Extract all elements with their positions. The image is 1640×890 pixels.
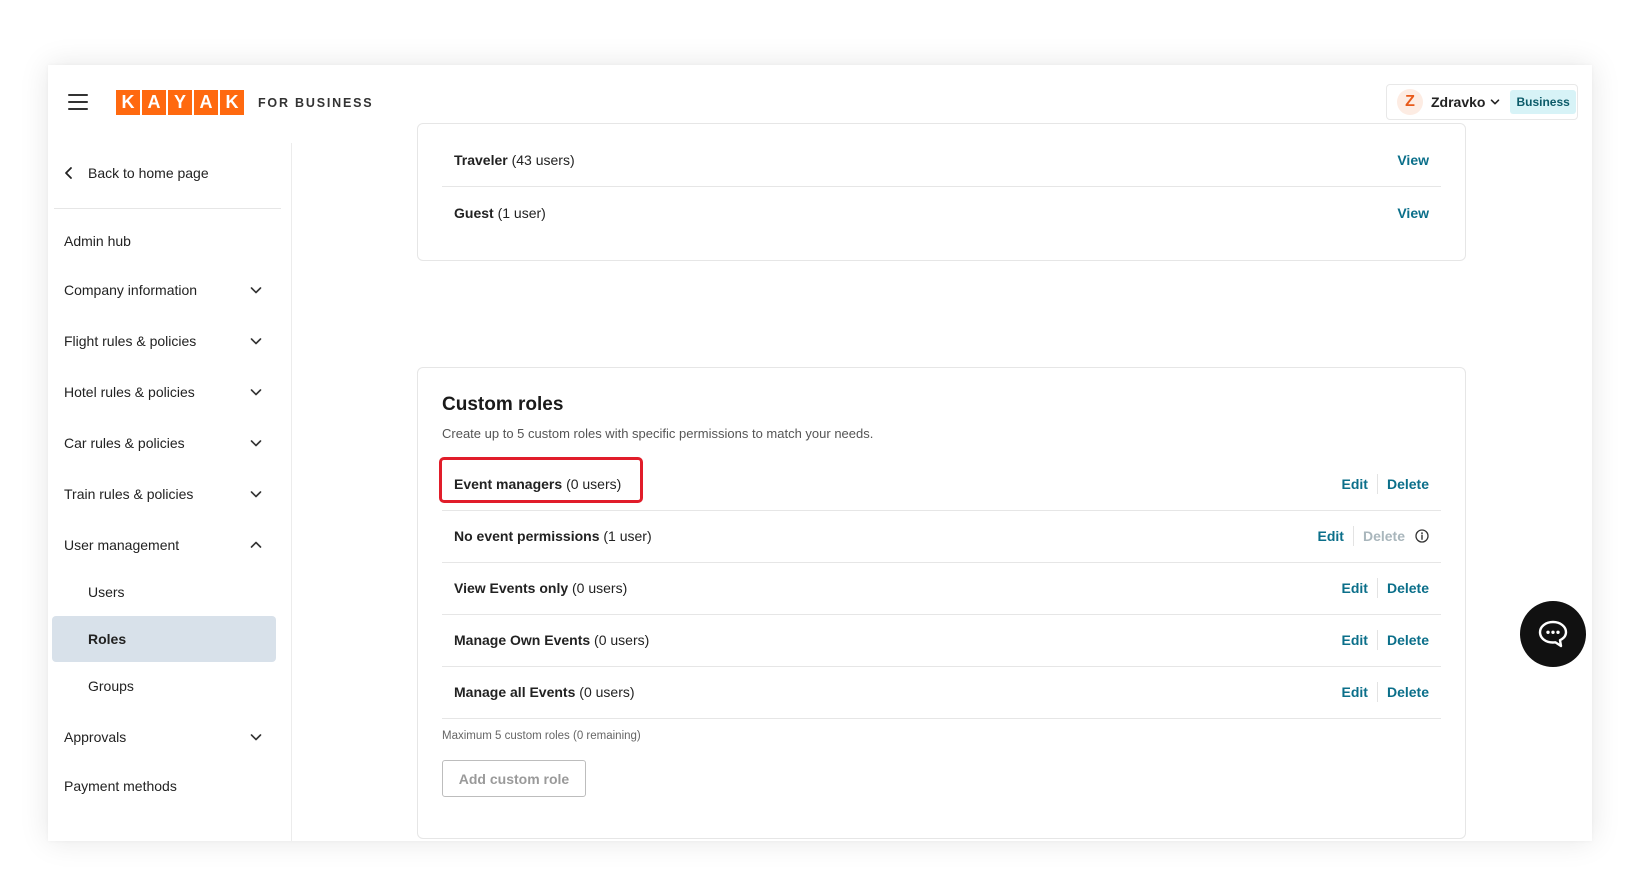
role-count: (1 user) [497, 205, 546, 221]
role-count: (0 users) [579, 683, 635, 700]
logo-letter: K [220, 90, 244, 115]
role-name: Manage all Events [454, 683, 576, 700]
app-window: K A Y A K FOR BUSINESS Z Zdravko Busines… [48, 65, 1592, 841]
sidebar-item-train-rules[interactable]: Train rules & policies [52, 471, 276, 517]
logo-letter: A [142, 90, 166, 115]
divider [1352, 525, 1354, 546]
sidebar-item-label: Groups [88, 678, 134, 694]
role-count: (0 users) [594, 631, 650, 648]
hamburger-menu-icon[interactable] [68, 94, 88, 110]
delete-button[interactable]: Delete [1387, 476, 1429, 492]
role-row: Traveler (43 users) View [442, 133, 1441, 187]
sidebar-item-label: Flight rules & policies [64, 333, 197, 349]
user-name: Zdravko [1431, 94, 1486, 110]
chevron-up-icon [250, 541, 262, 548]
divider [1376, 681, 1378, 702]
edit-button[interactable]: Edit [1342, 632, 1368, 648]
sidebar-item-label: Train rules & policies [64, 486, 194, 502]
sidebar-item-label: Roles [88, 631, 127, 647]
chevron-down-icon [250, 491, 262, 498]
role-count: (43 users) [511, 151, 575, 168]
sidebar-item-payment-methods[interactable]: Payment methods [52, 763, 276, 809]
sidebar-divider [54, 208, 281, 209]
sidebar-item-label: Car rules & policies [64, 435, 185, 451]
sidebar-item-company-information[interactable]: Company information [52, 267, 276, 313]
sidebar-item-label: Payment methods [64, 778, 177, 794]
section-title: Custom roles [442, 394, 564, 415]
role-name: Guest [454, 205, 494, 221]
sidebar-item-label: Users [88, 584, 125, 600]
role-name: No event permissions [454, 527, 600, 544]
logo-letter: A [194, 90, 218, 115]
kayak-logo[interactable]: K A Y A K FOR BUSINESS [116, 90, 373, 115]
back-label: Back to home page [88, 165, 209, 181]
sidebar-item-groups[interactable]: Groups [52, 663, 276, 709]
sidebar-item-label: Approvals [64, 729, 127, 745]
chevron-down-icon [250, 287, 262, 294]
chevron-down-icon [250, 389, 262, 396]
edit-button[interactable]: Edit [1318, 528, 1344, 544]
role-row: No event permissions (1 user) Edit Delet… [442, 509, 1441, 563]
divider [1376, 629, 1378, 650]
role-row: Manage all Events (0 users) Edit Delete [442, 665, 1441, 719]
default-roles-card: Traveler (43 users) View Guest (1 user) … [417, 123, 1466, 261]
delete-button[interactable]: Delete [1387, 580, 1429, 596]
chevron-down-icon [1491, 99, 1500, 105]
role-count: (1 user) [603, 527, 652, 544]
sidebar-item-label: Hotel rules & policies [64, 384, 195, 400]
edit-button[interactable]: Edit [1342, 684, 1368, 700]
sidebar-item-roles[interactable]: Roles [52, 616, 276, 662]
role-name: View Events only [454, 579, 569, 596]
role-count: (0 users) [566, 475, 622, 492]
add-custom-role-button[interactable]: Add custom role [442, 760, 586, 797]
sidebar-item-admin-hub[interactable]: Admin hub [52, 218, 276, 264]
sidebar-item-hotel-rules[interactable]: Hotel rules & policies [52, 369, 276, 415]
delete-button-disabled: Delete [1362, 527, 1405, 544]
chat-button[interactable] [1520, 601, 1586, 667]
chat-bubble-icon [1538, 620, 1568, 648]
chevron-left-icon [65, 167, 72, 179]
view-button[interactable]: View [1397, 205, 1429, 221]
sidebar-item-car-rules[interactable]: Car rules & policies [52, 420, 276, 466]
delete-button[interactable]: Delete [1387, 632, 1429, 648]
delete-button[interactable]: Delete [1387, 684, 1429, 700]
role-row: Guest (1 user) View [442, 186, 1441, 240]
edit-button[interactable]: Edit [1342, 476, 1368, 492]
logo-letter: Y [168, 90, 192, 115]
role-row: Manage Own Events (0 users) Edit Delete [442, 613, 1441, 667]
max-roles-note: Maximum 5 custom roles (0 remaining) [442, 730, 641, 742]
info-icon[interactable] [1415, 528, 1429, 543]
divider [1376, 473, 1378, 494]
chevron-down-icon [250, 734, 262, 741]
main-content: Traveler (43 users) View Guest (1 user) … [292, 123, 1592, 841]
sidebar-item-users[interactable]: Users [52, 569, 276, 615]
custom-roles-card: Custom roles Create up to 5 custom roles… [417, 367, 1466, 839]
sidebar-item-user-management[interactable]: User management [52, 522, 276, 568]
chevron-down-icon [250, 338, 262, 345]
role-row: View Events only (0 users) Edit Delete [442, 561, 1441, 615]
avatar: Z [1397, 89, 1423, 115]
back-to-home-link[interactable]: Back to home page [64, 165, 209, 181]
sidebar-item-flight-rules[interactable]: Flight rules & policies [52, 318, 276, 364]
sidebar-item-label: Company information [64, 282, 198, 298]
divider [1376, 577, 1378, 598]
logo-letter: K [116, 90, 140, 115]
sidebar: Back to home page Admin hub Company info… [48, 143, 292, 841]
role-name: Traveler [454, 151, 508, 168]
role-name: Event managers [454, 475, 563, 492]
section-description: Create up to 5 custom roles with specifi… [442, 426, 874, 441]
sidebar-item-label: User management [64, 537, 180, 553]
sidebar-item-label: Admin hub [64, 233, 131, 249]
view-button[interactable]: View [1397, 152, 1429, 168]
plan-badge: Business [1510, 90, 1576, 114]
sidebar-item-approvals[interactable]: Approvals [52, 714, 276, 760]
role-count: (0 users) [572, 579, 628, 596]
logo-suffix: FOR BUSINESS [258, 95, 374, 110]
role-name: Manage Own Events [454, 631, 591, 648]
edit-button[interactable]: Edit [1342, 580, 1368, 596]
chevron-down-icon [250, 440, 262, 447]
role-row: Event managers (0 users) Edit Delete [439, 457, 1441, 511]
user-menu[interactable]: Z Zdravko Business [1386, 84, 1578, 120]
